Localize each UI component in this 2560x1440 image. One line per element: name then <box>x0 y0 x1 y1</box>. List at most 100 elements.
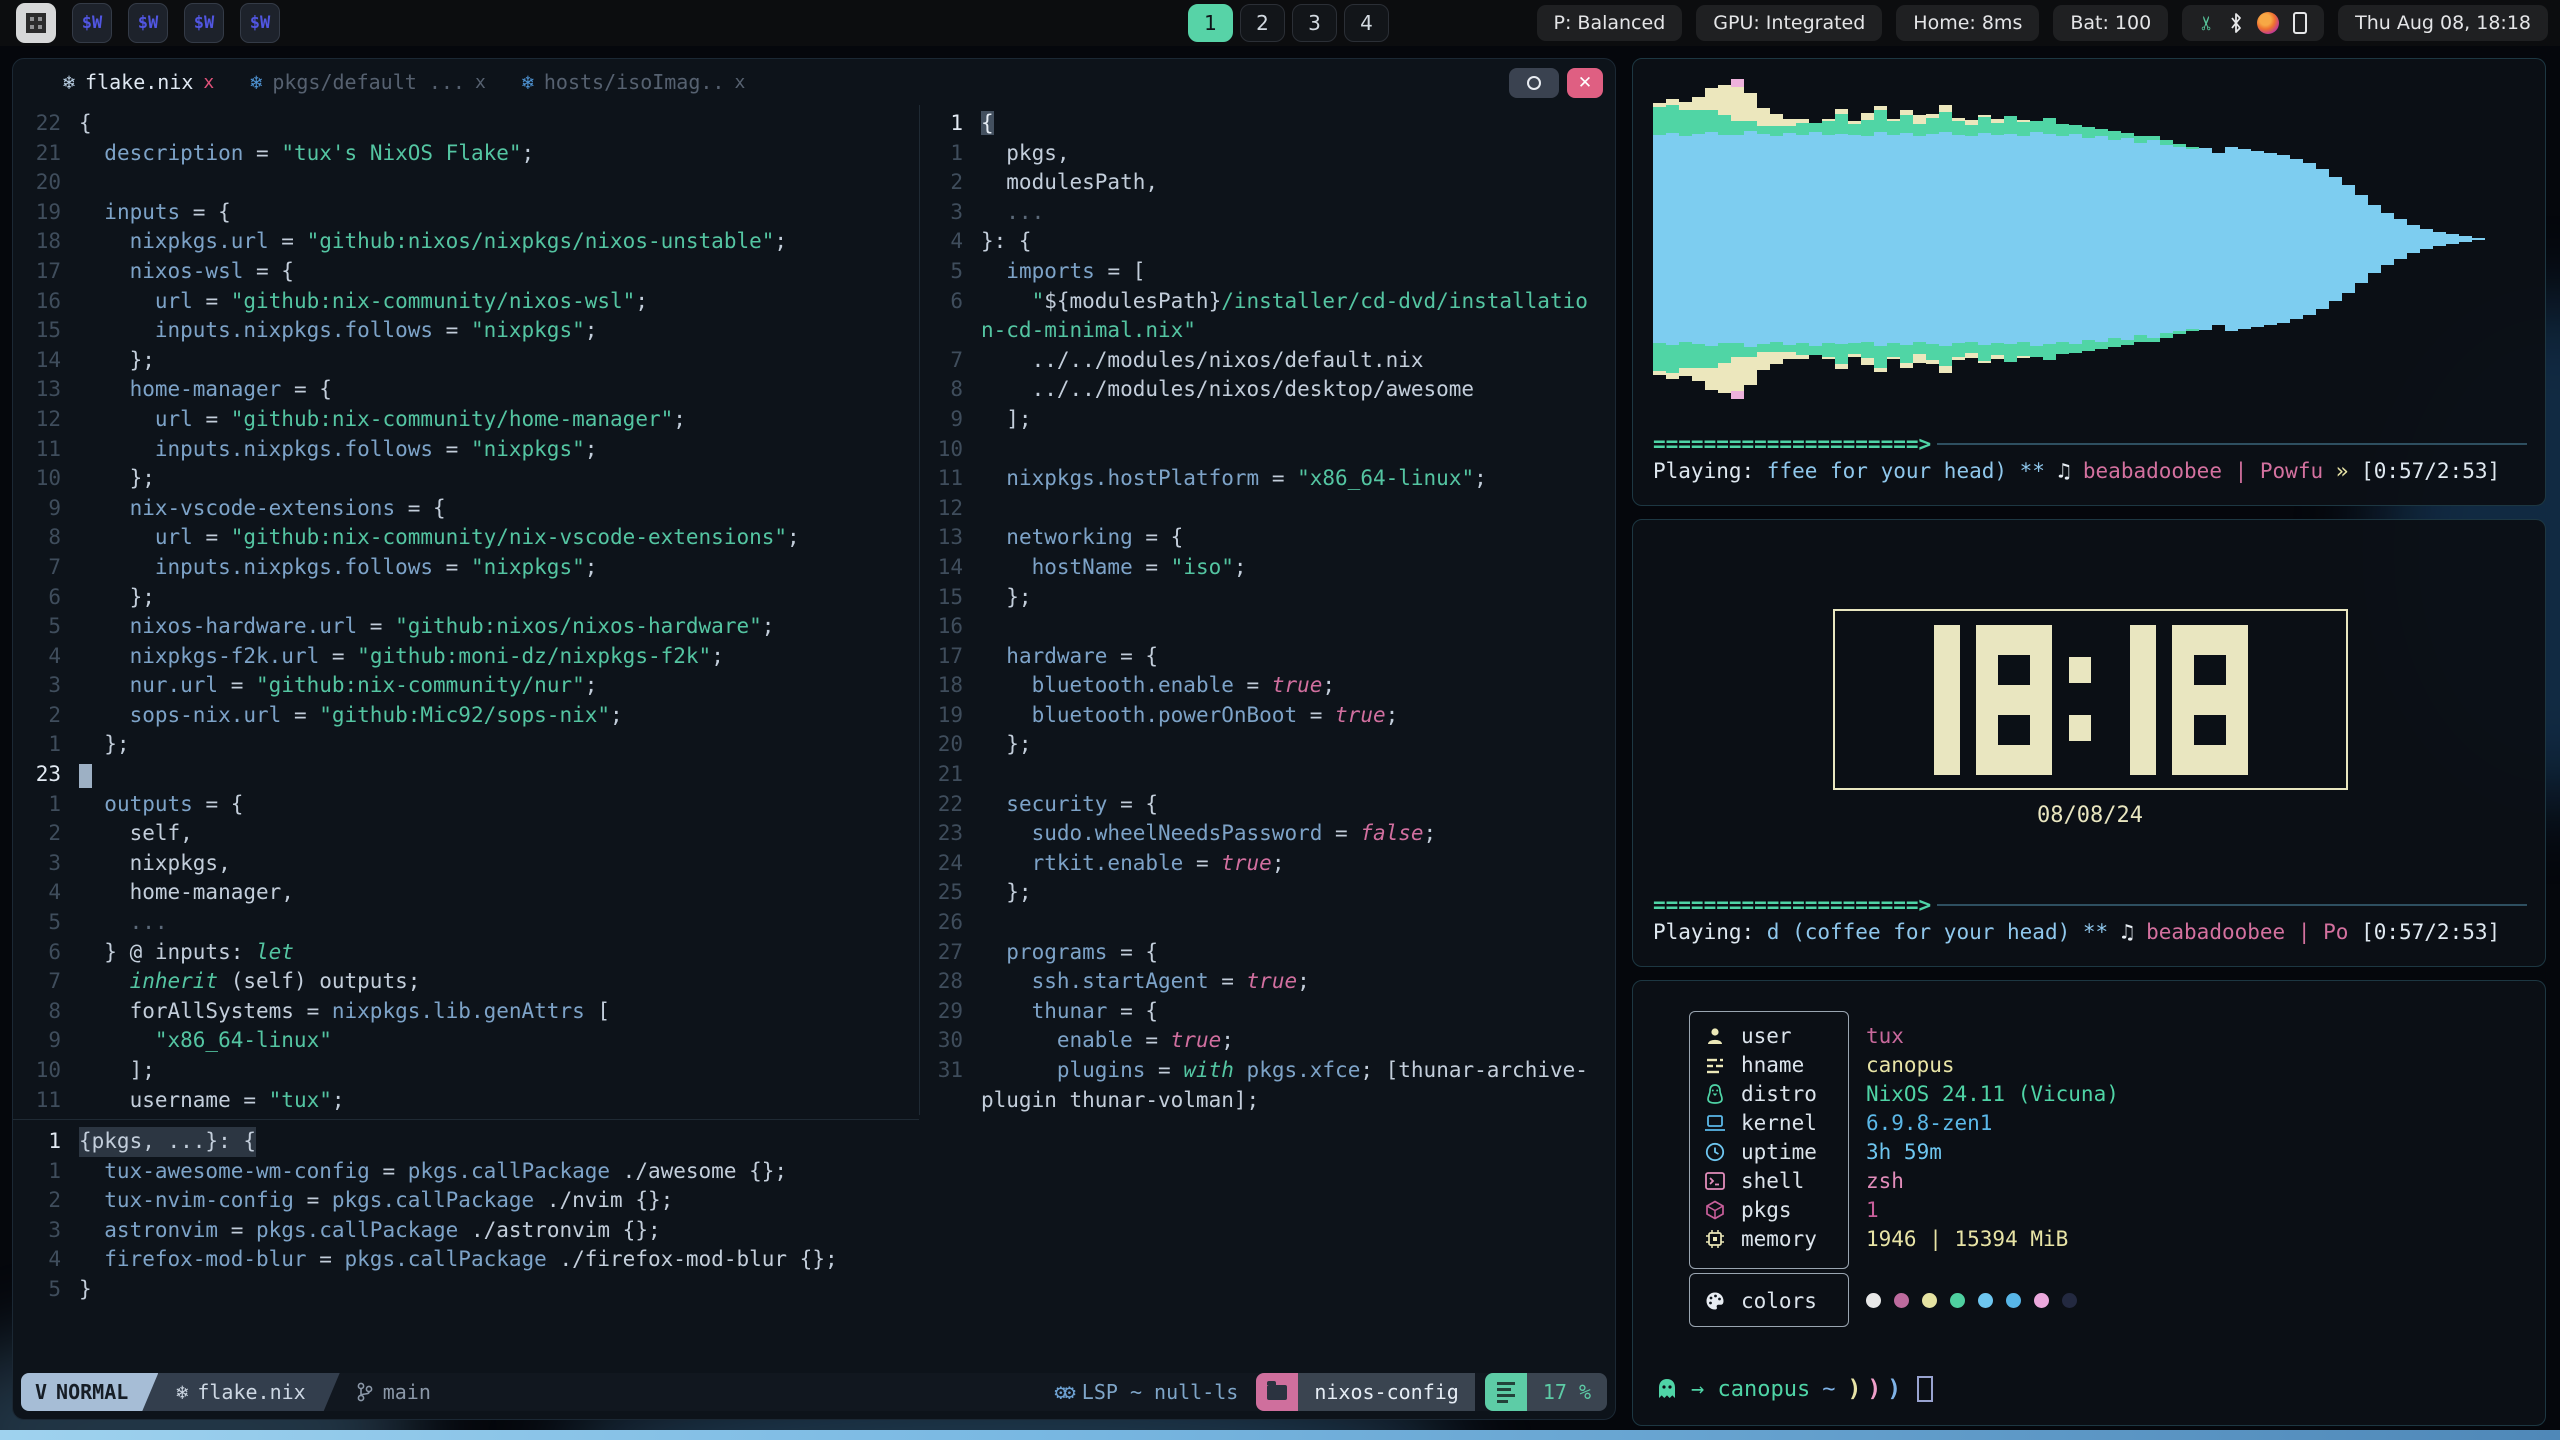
code-line: 6 } @ inputs: let <box>27 938 919 968</box>
prompt-host: → canopus <box>1691 1377 1810 1402</box>
horizontal-split-divider[interactable] <box>13 1119 919 1120</box>
editor-pane-iso[interactable]: 1{1 pkgs,2 modulesPath,3 ...4}: {5 impor… <box>929 109 1615 1115</box>
tag-3[interactable]: 3 <box>1292 4 1337 42</box>
editor-pane-pkgs[interactable]: 1{pkgs, ...}: {1 tux-awesome-wm-config =… <box>27 1127 919 1305</box>
viz-column <box>1783 119 1796 359</box>
editor-pane-flake[interactable]: 22{21 description = "tux's NixOS Flake";… <box>27 109 919 1115</box>
tag-2[interactable]: 2 <box>1240 4 1285 42</box>
code-line: 20 <box>27 168 919 198</box>
code-line: 4}: { <box>929 227 1615 257</box>
mode-label: NORMAL <box>56 1380 128 1404</box>
vertical-split-divider[interactable] <box>919 105 920 1115</box>
bluetooth-icon[interactable] <box>2229 12 2243 34</box>
folder-icon <box>1267 1385 1287 1400</box>
chevron-icon <box>2348 920 2361 944</box>
uptime-icon <box>1703 1142 1727 1162</box>
track-time: [0:57/2:53] <box>2361 920 2500 944</box>
tag-1[interactable]: 1 <box>1188 4 1233 42</box>
lsp-label: LSP ~ null-ls <box>1082 1380 1239 1404</box>
lsp-segment: ⚙⚙ LSP ~ null-ls <box>1054 1380 1238 1404</box>
power-profile-pill[interactable]: P: Balanced <box>1537 5 1683 41</box>
code-line: 21 <box>929 760 1615 790</box>
viz-column <box>1666 99 1679 379</box>
code-line: 14 }; <box>27 346 919 376</box>
window-toggle-button[interactable] <box>1509 68 1559 98</box>
gpu-pill[interactable]: GPU: Integrated <box>1696 5 1882 41</box>
chevron-icon: » <box>2323 459 2361 483</box>
music-visualizer-widget: =====================> Playing: ffee for… <box>1632 58 2546 506</box>
ping-pill[interactable]: Home: 8ms <box>1896 5 2039 41</box>
tab-close-icon[interactable]: x <box>734 72 745 93</box>
song-title: d (coffee for your head) ** <box>1767 920 2121 944</box>
tab-label: pkgs/default ... <box>272 70 465 94</box>
phone-icon[interactable] <box>2293 12 2307 34</box>
window-close-button[interactable]: ✕ <box>1567 68 1603 98</box>
viz-column <box>1965 120 1978 358</box>
code-line: 1 tux-awesome-wm-config = pkgs.callPacka… <box>27 1157 919 1187</box>
fetch-value-user: tux <box>1866 1021 1904 1050</box>
tag-4[interactable]: 4 <box>1344 4 1389 42</box>
viz-column <box>2251 151 2264 327</box>
code-line: 10 <box>929 435 1615 465</box>
fetch-value-kernel: 6.9.8-zen1 <box>1866 1108 1992 1137</box>
viz-column <box>2459 236 2472 242</box>
vim-icon: V <box>35 1380 47 1404</box>
viz-column <box>1913 115 1926 363</box>
viz-column <box>2069 125 2082 353</box>
tab-hosts-isoimage[interactable]: ❄ hosts/isoImag.. x <box>508 70 760 94</box>
workspace-button-3[interactable]: $W <box>184 3 224 43</box>
workspace-button-1[interactable]: $W <box>72 3 112 43</box>
code-line: 24 rtkit.enable = true; <box>929 849 1615 879</box>
shell-prompt[interactable]: → canopus ~ ))) <box>1655 1373 1933 1405</box>
now-playing: Playing: ffee for your head) ** ♫ beabad… <box>1653 459 2543 487</box>
viz-column <box>1653 103 1666 375</box>
tab-pkgs-default[interactable]: ❄ pkgs/default ... x <box>236 70 500 94</box>
code-line: 2 sops-nix.url = "github:Mic92/sops-nix"… <box>27 701 919 731</box>
track-progress: =====================> <box>1653 892 2527 918</box>
code-line: 30 enable = true; <box>929 1026 1615 1056</box>
code-line: 2 self, <box>27 819 919 849</box>
code-line: 8 url = "github:nix-community/nix-vscode… <box>27 523 919 553</box>
fetch-value-shell: zsh <box>1866 1166 1904 1195</box>
tab-flake-nix[interactable]: ❄ flake.nix x <box>49 70 228 94</box>
fetch-row-uptime: uptime <box>1703 1137 1817 1166</box>
workspace-button-4[interactable]: $W <box>240 3 280 43</box>
code-line: 3 nixpkgs, <box>27 849 919 879</box>
code-line: 20 }; <box>929 730 1615 760</box>
fetch-row-pkgs: pkgs <box>1703 1195 1792 1224</box>
artist-name: beabadoobee | Po <box>2146 920 2348 944</box>
code-line: 31 plugins = with pkgs.xfce; [thunar-arc… <box>929 1056 1615 1086</box>
code-line: 9 ]; <box>929 405 1615 435</box>
battery-pill[interactable]: Bat: 100 <box>2053 5 2168 41</box>
code-line: 9 "x86_64-linux" <box>27 1026 919 1056</box>
tab-close-icon[interactable]: x <box>475 72 486 93</box>
neovim-window: ❄ flake.nix x ❄ pkgs/default ... x ❄ hos… <box>12 58 1616 1420</box>
clock-pill[interactable]: Thu Aug 08, 18:18 <box>2338 5 2548 41</box>
music-note-icon: ♫ <box>2058 459 2083 483</box>
code-line: n-cd-minimal.nix" <box>929 316 1615 346</box>
code-line: 21 description = "tux's NixOS Flake"; <box>27 139 919 169</box>
tab-close-icon[interactable]: x <box>203 72 214 93</box>
nix-snowflake-icon: ❄ <box>522 70 534 94</box>
grid-icon <box>26 13 46 33</box>
playing-label: Playing: <box>1653 920 1767 944</box>
hostname-icon <box>1703 1056 1727 1074</box>
workspace-button-2[interactable]: $W <box>128 3 168 43</box>
network-icon[interactable]: ✂ <box>2196 15 2218 31</box>
code-line: 13 home-manager = { <box>27 375 919 405</box>
viz-column <box>2381 213 2394 265</box>
color-dot <box>1922 1293 1937 1308</box>
code-line: 5 ... <box>27 908 919 938</box>
kernel-icon <box>1703 1114 1727 1132</box>
fetch-label: distro <box>1741 1082 1817 1106</box>
launcher-button[interactable] <box>16 3 56 43</box>
color-dot <box>1978 1293 1993 1308</box>
fetch-row-memory: memory <box>1703 1224 1817 1253</box>
code-line: 11 nixpkgs.hostPlatform = "x86_64-linux"… <box>929 464 1615 494</box>
code-line: 6 }; <box>27 583 919 613</box>
code-line: 18 bluetooth.enable = true; <box>929 671 1615 701</box>
fetch-value-pkgs: 1 <box>1866 1195 1879 1224</box>
firefox-icon[interactable] <box>2257 12 2279 34</box>
code-line: 6 "${modulesPath}/installer/cd-dvd/insta… <box>929 287 1615 317</box>
color-dot <box>2006 1293 2021 1308</box>
